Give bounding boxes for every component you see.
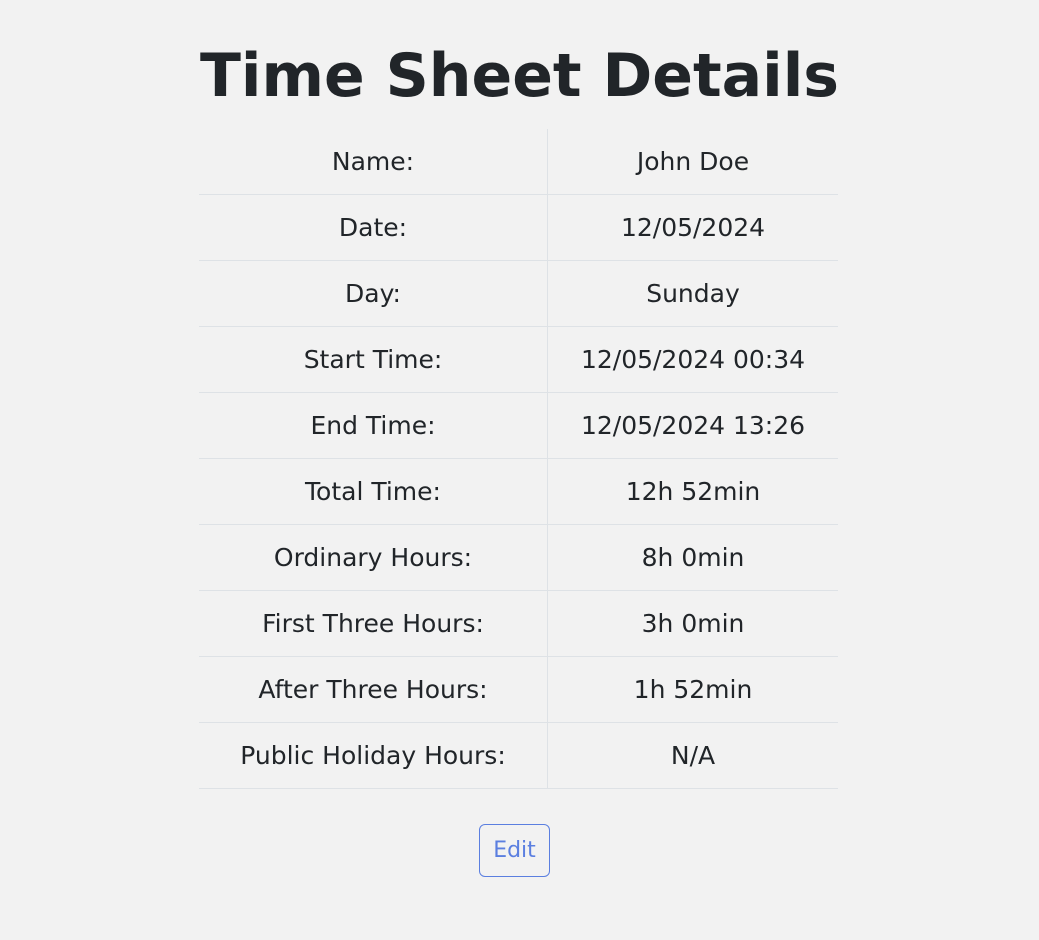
row-value: John Doe xyxy=(547,129,838,195)
row-value: 8h 0min xyxy=(547,524,838,591)
row-label: Public Holiday Hours: xyxy=(199,722,548,789)
table-row-start-time: Start Time: 12/05/2024 00:34 xyxy=(199,326,838,393)
row-label: First Three Hours: xyxy=(199,590,548,657)
row-value: 3h 0min xyxy=(547,590,838,657)
row-label: Day: xyxy=(199,260,548,327)
table-row-public-holiday-hours: Public Holiday Hours: N/A xyxy=(199,722,838,789)
row-label: After Three Hours: xyxy=(199,656,548,723)
row-value: 12/05/2024 xyxy=(547,194,838,261)
row-label: Ordinary Hours: xyxy=(199,524,548,591)
row-value: N/A xyxy=(547,722,838,789)
row-value: 1h 52min xyxy=(547,656,838,723)
row-label: End Time: xyxy=(199,392,548,459)
table-row-end-time: End Time: 12/05/2024 13:26 xyxy=(199,392,838,459)
edit-button[interactable]: Edit xyxy=(479,824,550,877)
table-row-name: Name: John Doe xyxy=(199,129,838,195)
table-row-after-three-hours: After Three Hours: 1h 52min xyxy=(199,656,838,723)
table-row-total-time: Total Time: 12h 52min xyxy=(199,458,838,525)
row-label: Total Time: xyxy=(199,458,548,525)
timesheet-details-table: Name: John Doe Date: 12/05/2024 Day: Sun… xyxy=(199,129,838,789)
row-value: 12/05/2024 13:26 xyxy=(547,392,838,459)
page-title: Time Sheet Details xyxy=(200,41,839,111)
row-label: Name: xyxy=(199,129,548,195)
row-value: 12h 52min xyxy=(547,458,838,525)
row-label: Start Time: xyxy=(199,326,548,393)
table-row-day: Day: Sunday xyxy=(199,260,838,327)
row-label: Date: xyxy=(199,194,548,261)
table-row-first-three-hours: First Three Hours: 3h 0min xyxy=(199,590,838,657)
table-row-date: Date: 12/05/2024 xyxy=(199,194,838,261)
table-row-ordinary-hours: Ordinary Hours: 8h 0min xyxy=(199,524,838,591)
row-value: Sunday xyxy=(547,260,838,327)
row-value: 12/05/2024 00:34 xyxy=(547,326,838,393)
